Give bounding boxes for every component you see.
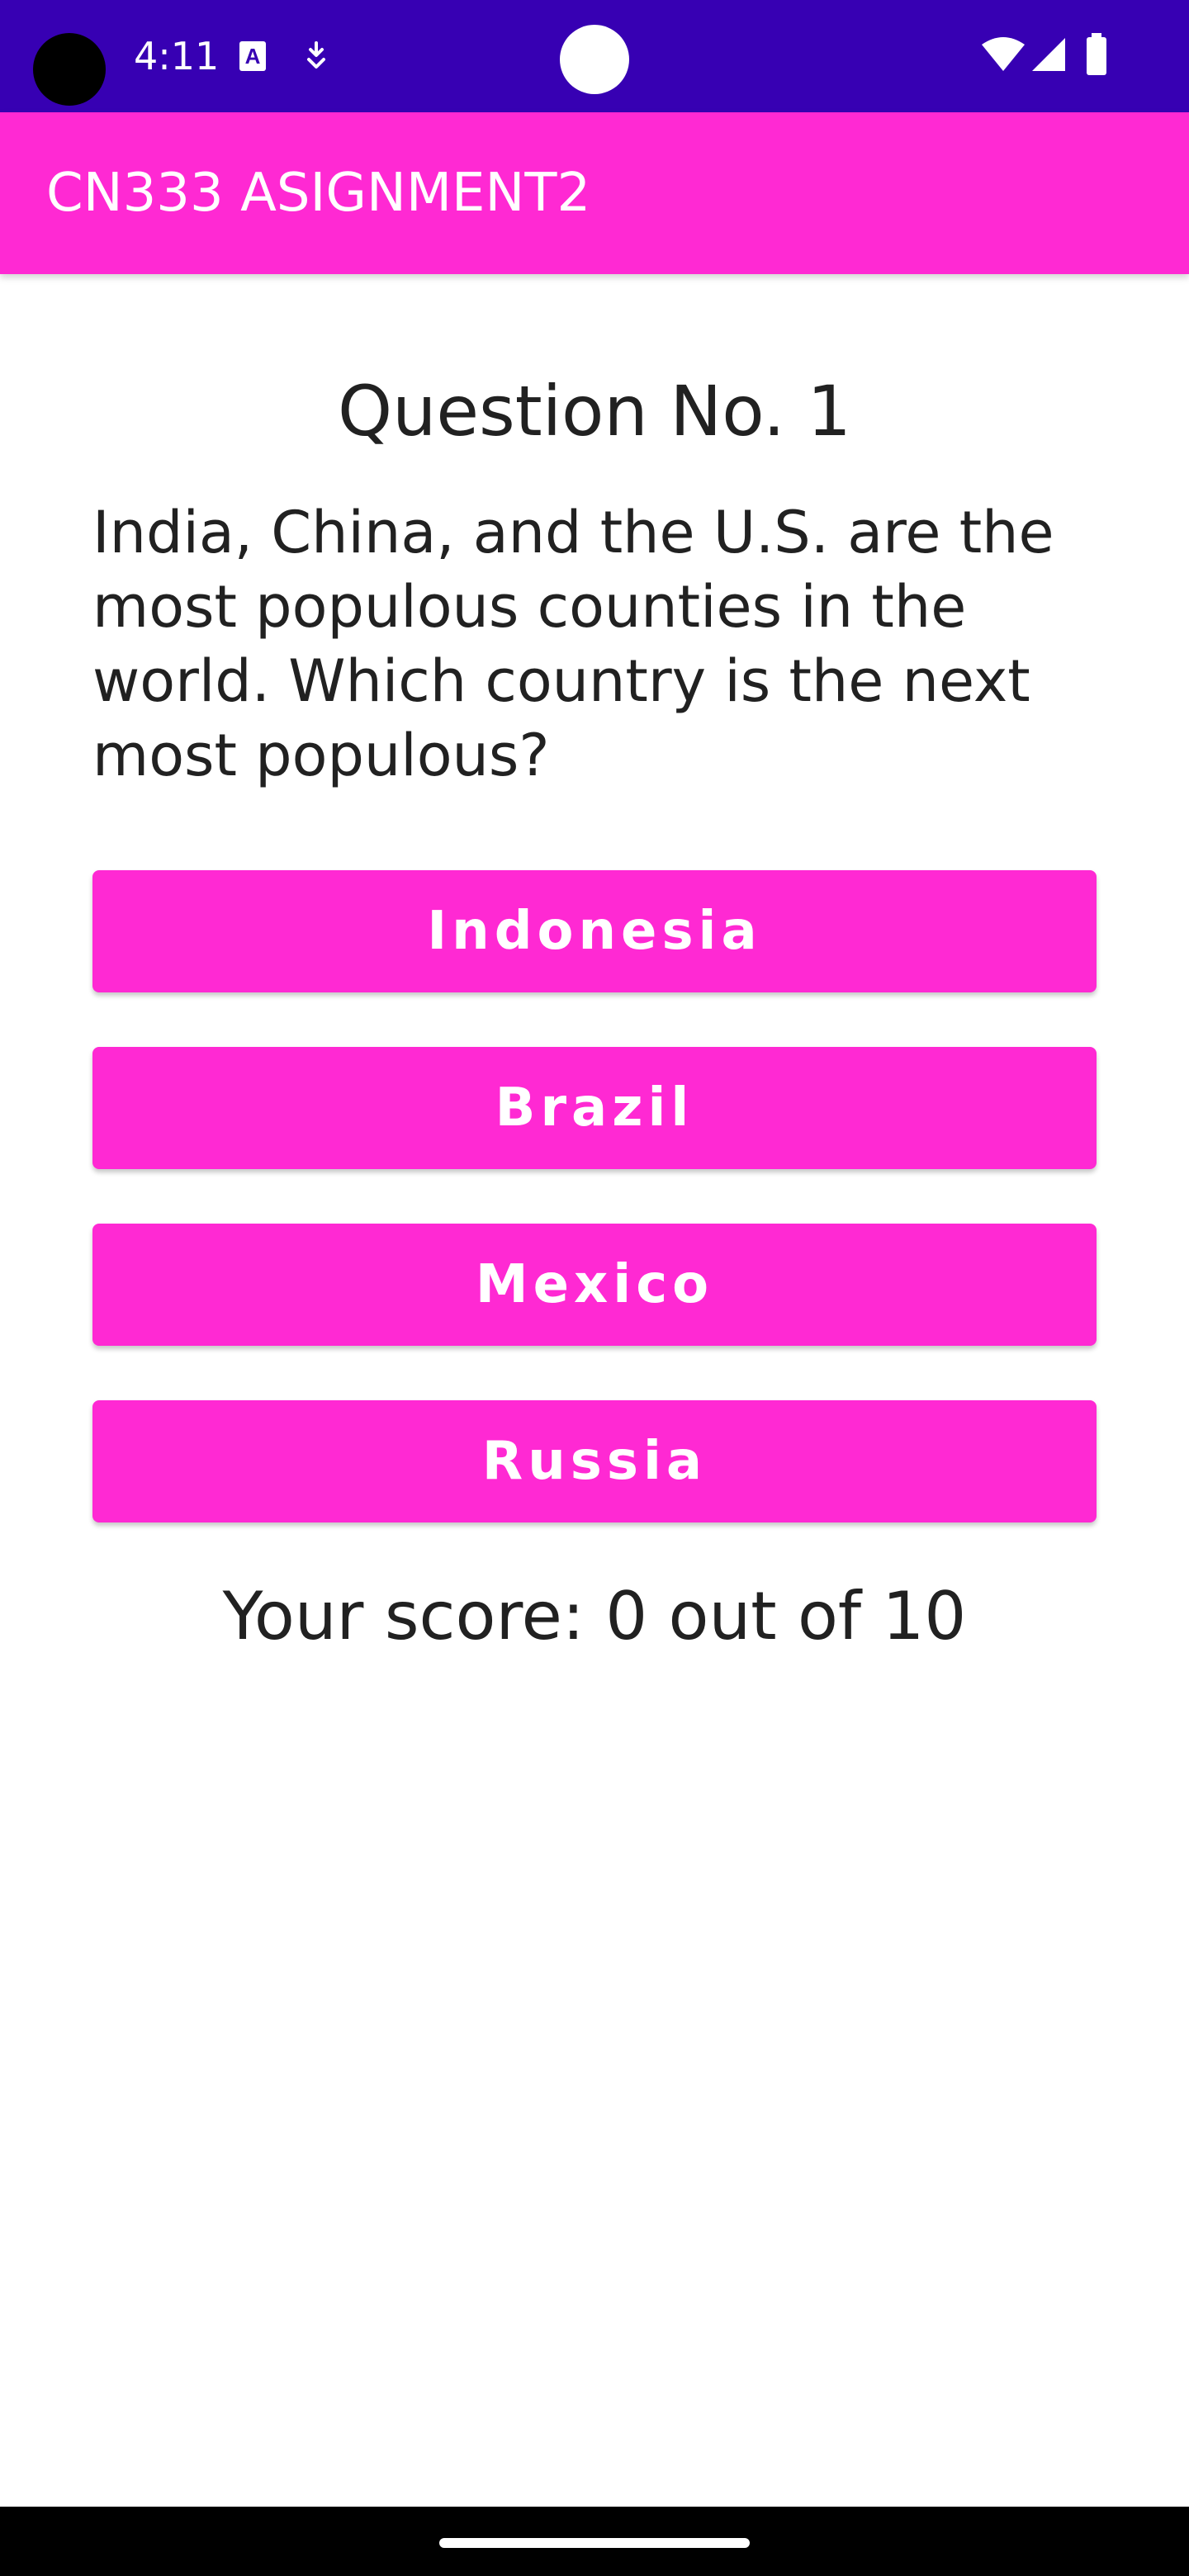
question-text: India, China, and the U.S. are the most … xyxy=(92,499,1054,789)
answer-button-brazil[interactable]: Brazil xyxy=(92,1047,1097,1169)
battery-icon xyxy=(1085,33,1108,80)
app-title: CN333 ASIGNMENT2 xyxy=(46,163,591,224)
navigation-bar xyxy=(0,2507,1189,2576)
svg-text:A: A xyxy=(245,44,261,69)
question-number: Question No. 1 xyxy=(337,371,851,452)
wifi-icon xyxy=(981,36,1026,77)
a-notification-icon: A xyxy=(238,40,268,77)
answer-button-mexico[interactable]: Mexico xyxy=(92,1224,1097,1346)
answer-button-indonesia[interactable]: Indonesia xyxy=(92,870,1097,992)
answer-button-russia[interactable]: Russia xyxy=(92,1400,1097,1522)
score-text: Your score: 0 out of 10 xyxy=(222,1578,967,1655)
center-dot xyxy=(560,25,629,94)
status-bar: 4:11 A xyxy=(0,0,1189,112)
app-screen: 4:11 A CN333 ASIGNMENT2 Question No. 1 I… xyxy=(0,0,1189,2576)
status-time: 4:11 xyxy=(134,34,220,78)
home-gesture-handle[interactable] xyxy=(439,2538,750,2548)
camera-hole xyxy=(33,33,106,106)
download-notification-icon xyxy=(302,40,330,77)
app-bar: CN333 ASIGNMENT2 xyxy=(0,112,1189,274)
signal-icon xyxy=(1030,36,1067,77)
